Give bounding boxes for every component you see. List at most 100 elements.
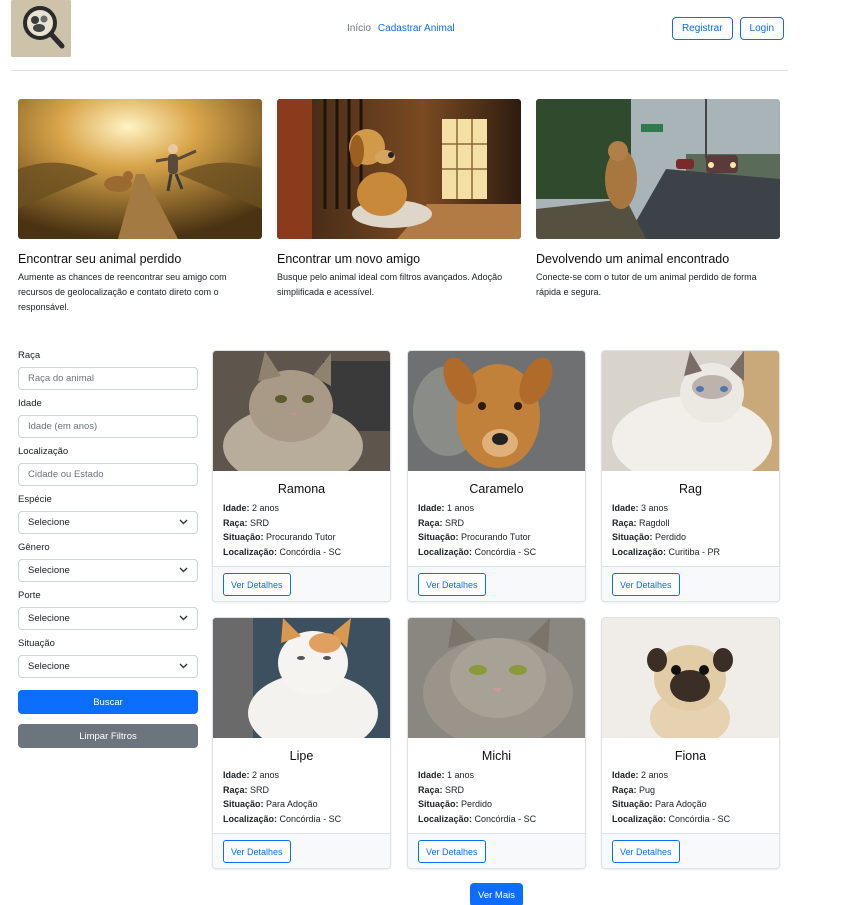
- animal-info: Idade: 2 anos Raça: SRD Situação: Para A…: [213, 763, 390, 826]
- age-key: Idade:: [612, 503, 639, 513]
- view-details-button[interactable]: Ver Detalhes: [612, 840, 680, 863]
- animal-info: Idade: 2 anos Raça: Pug Situação: Para A…: [602, 763, 779, 826]
- animal-name: Fiona: [674, 749, 707, 763]
- feature-text: Conecte-se com o tutor de um animal perd…: [536, 272, 757, 297]
- animal-photo: [408, 351, 585, 471]
- species-select[interactable]: Selecione: [18, 511, 198, 534]
- feature-image-new-friend: [277, 99, 521, 239]
- species-label: Espécie: [18, 494, 52, 505]
- species-select-value: Selecione: [28, 517, 70, 528]
- size-select-value: Selecione: [28, 613, 70, 624]
- view-details-button[interactable]: Ver Detalhes: [418, 840, 486, 863]
- age-key: Idade:: [418, 503, 445, 513]
- animal-name: Lipe: [289, 749, 314, 763]
- view-details-button[interactable]: Ver Detalhes: [612, 573, 680, 596]
- animal-name: Rag: [679, 482, 702, 496]
- gender-select[interactable]: Selecione: [18, 559, 198, 582]
- card-footer: Ver Detalhes: [213, 566, 390, 601]
- location-key: Localização:: [223, 813, 278, 824]
- search-button[interactable]: Buscar: [18, 690, 198, 714]
- filter-panel: Raça Raça do animal Idade Idade (em anos…: [18, 350, 198, 748]
- logo[interactable]: [11, 0, 71, 57]
- animal-info: Idade: 3 anos Raça: Ragdoll Situação: Pe…: [602, 496, 779, 559]
- age-key: Idade:: [223, 770, 250, 780]
- status-value: Procurando Tutor: [266, 532, 336, 542]
- nav-home[interactable]: Início: [347, 23, 371, 34]
- chevron-down-icon: [179, 663, 188, 669]
- age-value: 1 anos: [447, 503, 475, 513]
- view-details-button[interactable]: Ver Detalhes: [223, 840, 291, 863]
- location-label: Localização: [18, 446, 69, 457]
- chevron-down-icon: [179, 615, 188, 621]
- age-input[interactable]: Idade (em anos): [18, 415, 198, 438]
- animal-card: Caramelo Idade: 1 anos Raça: SRD Situaçã…: [407, 350, 586, 602]
- animal-photo: [213, 618, 390, 738]
- breed-key: Raça:: [418, 517, 443, 528]
- status-value: Para Adoção: [655, 799, 707, 809]
- animal-photo: [408, 618, 585, 738]
- location-value: Concórdia - SC: [474, 813, 537, 824]
- breed-key: Raça:: [223, 784, 248, 795]
- login-button[interactable]: Login: [739, 17, 784, 40]
- animal-card: Fiona Idade: 2 anos Raça: Pug Situação: …: [601, 617, 780, 869]
- age-value: 3 anos: [641, 503, 669, 513]
- age-key: Idade:: [612, 770, 639, 780]
- load-more-button[interactable]: Ver Mais: [470, 883, 523, 905]
- location-key: Localização:: [418, 813, 473, 824]
- register-button[interactable]: Registrar: [671, 17, 733, 40]
- animal-card: Ramona Idade: 2 anos Raça: SRD Situação:…: [212, 350, 391, 602]
- feature-returning-animal: Devolvendo um animal encontrado Conecte-…: [536, 99, 780, 300]
- location-value: Concórdia - SC: [668, 813, 731, 824]
- feature-title: Encontrar um novo amigo: [277, 252, 421, 266]
- breed-value: Ragdoll: [639, 517, 670, 528]
- animal-name: Michi: [481, 749, 512, 763]
- feature-new-friend: Encontrar um novo amigo Busque pelo anim…: [277, 99, 521, 300]
- status-select[interactable]: Selecione: [18, 655, 198, 678]
- location-key: Localização:: [612, 546, 667, 557]
- animal-photo: [602, 618, 779, 738]
- location-value: Concórdia - SC: [279, 546, 342, 557]
- age-value: 2 anos: [641, 770, 669, 780]
- status-label: Situação: [18, 638, 55, 649]
- breed-value: SRD: [250, 517, 270, 528]
- feature-title: Encontrar seu animal perdido: [18, 252, 182, 266]
- animal-photo: [213, 351, 390, 471]
- animal-name: Ramona: [277, 482, 326, 496]
- feature-text: Aumente as chances de reencontrar seu am…: [18, 272, 227, 312]
- age-label: Idade: [18, 398, 42, 409]
- breed-value: SRD: [445, 517, 465, 528]
- chevron-down-icon: [179, 519, 188, 525]
- feature-lost-animal: Encontrar seu animal perdido Aumente as …: [18, 99, 262, 315]
- card-footer: Ver Detalhes: [213, 833, 390, 868]
- status-key: Situação:: [223, 799, 264, 809]
- breed-input[interactable]: Raça do animal: [18, 367, 198, 390]
- nav-register-animal[interactable]: Cadastrar Animal: [378, 23, 455, 34]
- breed-key: Raça:: [612, 517, 637, 528]
- age-key: Idade:: [223, 503, 250, 513]
- clear-filters-button[interactable]: Limpar Filtros: [18, 724, 198, 748]
- animal-name: Caramelo: [469, 482, 524, 496]
- magnifier-paw-icon: [11, 0, 71, 57]
- location-key: Localização:: [612, 813, 667, 824]
- animal-card: Rag Idade: 3 anos Raça: Ragdoll Situação…: [601, 350, 780, 602]
- animal-info: Idade: 1 anos Raça: SRD Situação: Perdid…: [408, 763, 585, 826]
- status-value: Perdido: [461, 799, 493, 809]
- status-key: Situação:: [612, 799, 653, 809]
- breed-key: Raça:: [418, 784, 443, 795]
- age-value: 2 anos: [252, 770, 280, 780]
- view-details-button[interactable]: Ver Detalhes: [418, 573, 486, 596]
- location-value: Concórdia - SC: [474, 546, 537, 557]
- size-label: Porte: [18, 590, 41, 601]
- breed-value: SRD: [250, 784, 270, 795]
- breed-key: Raça:: [612, 784, 637, 795]
- status-key: Situação:: [418, 532, 459, 542]
- status-key: Situação:: [223, 532, 264, 542]
- card-footer: Ver Detalhes: [602, 833, 779, 868]
- location-input[interactable]: Cidade ou Estado: [18, 463, 198, 486]
- status-key: Situação:: [612, 532, 653, 542]
- view-details-button[interactable]: Ver Detalhes: [223, 573, 291, 596]
- size-select[interactable]: Selecione: [18, 607, 198, 630]
- animal-info: Idade: 2 anos Raça: SRD Situação: Procur…: [213, 496, 390, 559]
- breed-value: SRD: [445, 784, 465, 795]
- location-value: Curitiba - PR: [668, 546, 721, 557]
